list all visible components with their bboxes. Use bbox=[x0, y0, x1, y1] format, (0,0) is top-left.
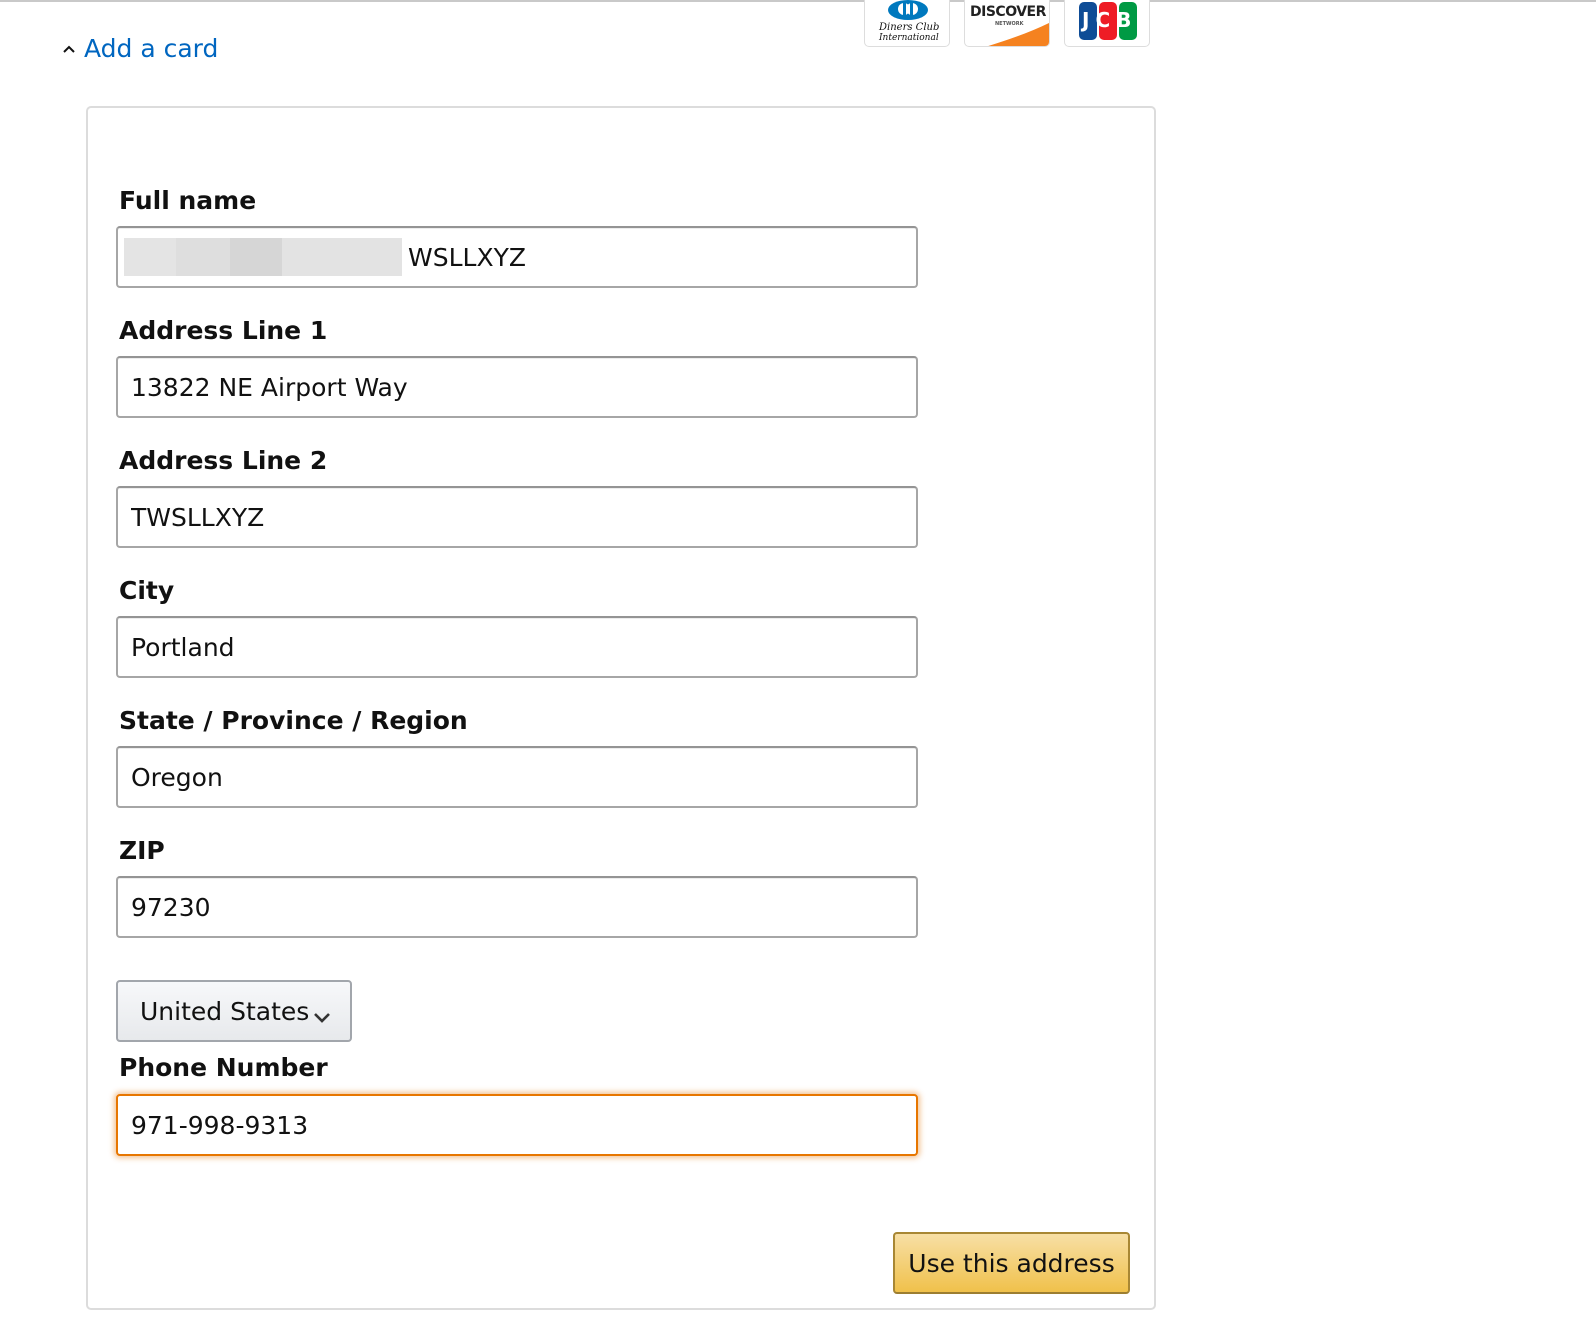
country-selected-value: United States bbox=[140, 996, 310, 1026]
redacted-block bbox=[230, 238, 286, 276]
state-label: State / Province / Region bbox=[119, 706, 468, 735]
top-divider bbox=[0, 0, 1596, 2]
state-input[interactable] bbox=[116, 746, 918, 808]
discover-logo: DISCOVER NETWORK bbox=[964, 0, 1050, 47]
redacted-block bbox=[176, 238, 232, 276]
diners-line2: International bbox=[879, 33, 939, 43]
address-line2-label: Address Line 2 bbox=[119, 446, 328, 475]
phone-input[interactable] bbox=[116, 1094, 918, 1156]
card-logos: Diners Club International DISCOVER NETWO… bbox=[864, 0, 1150, 47]
use-this-address-button[interactable]: Use this address bbox=[893, 1232, 1130, 1294]
jcb-text: JCB bbox=[1082, 8, 1138, 32]
city-label: City bbox=[119, 576, 175, 605]
address-line2-input[interactable] bbox=[116, 486, 918, 548]
city-input[interactable] bbox=[116, 616, 918, 678]
zip-label: ZIP bbox=[119, 836, 165, 865]
address-line1-label: Address Line 1 bbox=[119, 316, 328, 345]
chevron-down-icon bbox=[312, 1002, 332, 1031]
full-name-label: Full name bbox=[119, 186, 257, 215]
address-line1-input[interactable] bbox=[116, 356, 918, 418]
discover-sub: NETWORK bbox=[995, 21, 1024, 27]
chevron-up-icon bbox=[62, 42, 76, 56]
zip-input[interactable] bbox=[116, 876, 918, 938]
diners-line1: Diners Club bbox=[879, 22, 940, 33]
discover-text: DISCOVER bbox=[970, 4, 1046, 20]
add-card-toggle[interactable]: Add a card bbox=[62, 34, 218, 63]
redacted-block bbox=[282, 238, 402, 276]
diners-club-logo: Diners Club International bbox=[864, 0, 950, 47]
jcb-logo: JCB bbox=[1064, 0, 1150, 47]
redacted-block bbox=[124, 238, 180, 276]
full-name-field-wrap bbox=[116, 226, 918, 288]
add-card-label[interactable]: Add a card bbox=[84, 34, 218, 63]
phone-label: Phone Number bbox=[119, 1053, 328, 1082]
country-dropdown[interactable]: United States bbox=[116, 980, 352, 1042]
